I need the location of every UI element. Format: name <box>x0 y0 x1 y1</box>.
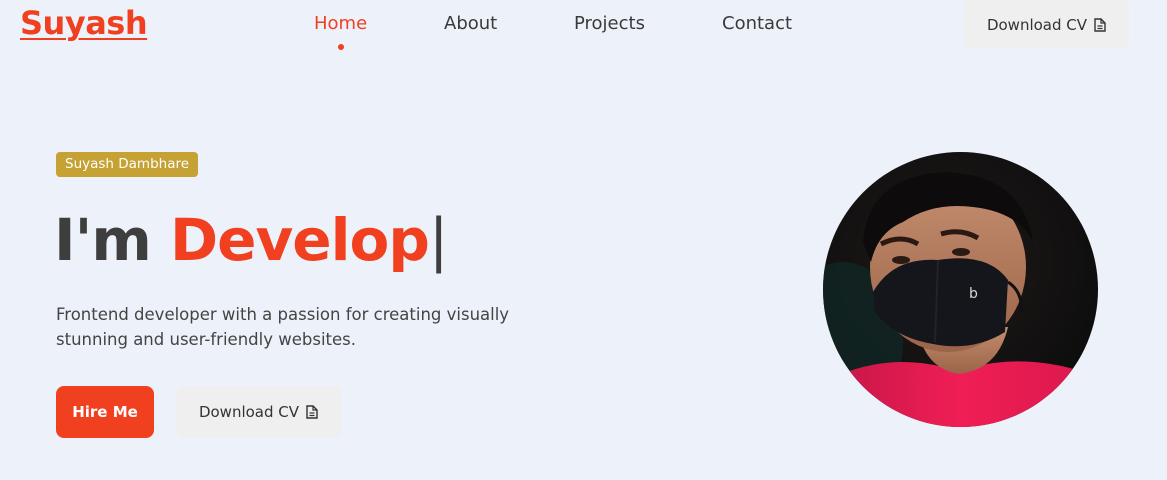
headline-prefix: I'm <box>54 206 170 274</box>
document-icon <box>306 405 318 419</box>
active-nav-indicator <box>338 44 344 50</box>
document-icon <box>1094 17 1106 32</box>
hero-download-cv-button[interactable]: Download CV <box>176 386 341 438</box>
nav-link-projects[interactable]: Projects <box>574 13 645 34</box>
nav-link-contact[interactable]: Contact <box>722 13 792 34</box>
name-badge: Suyash Dambhare <box>56 152 199 177</box>
nav-link-home[interactable]: Home <box>314 13 367 34</box>
typing-cursor: | <box>428 206 449 274</box>
nav-download-cv-label: Download CV <box>986 15 1088 34</box>
site-logo[interactable]: Suyash <box>20 4 148 42</box>
profile-photo: b <box>823 152 1098 427</box>
headline-typed-role: Develop <box>169 206 430 274</box>
hire-me-button[interactable]: Hire Me <box>56 386 154 438</box>
hero-description: Frontend developer with a passion for cr… <box>56 305 510 349</box>
profile-photo-illustration: b <box>823 152 1098 427</box>
hero-download-cv-label: Download CV <box>198 403 300 421</box>
mask-logo-icon: b <box>969 286 978 302</box>
nav-link-about[interactable]: About <box>444 13 497 34</box>
hero-headline: I'm Develop| <box>54 204 449 276</box>
portfolio-page: Suyash Home About Projects Contact Downl… <box>0 0 1167 480</box>
nav-download-cv-button[interactable]: Download CV <box>964 0 1129 49</box>
